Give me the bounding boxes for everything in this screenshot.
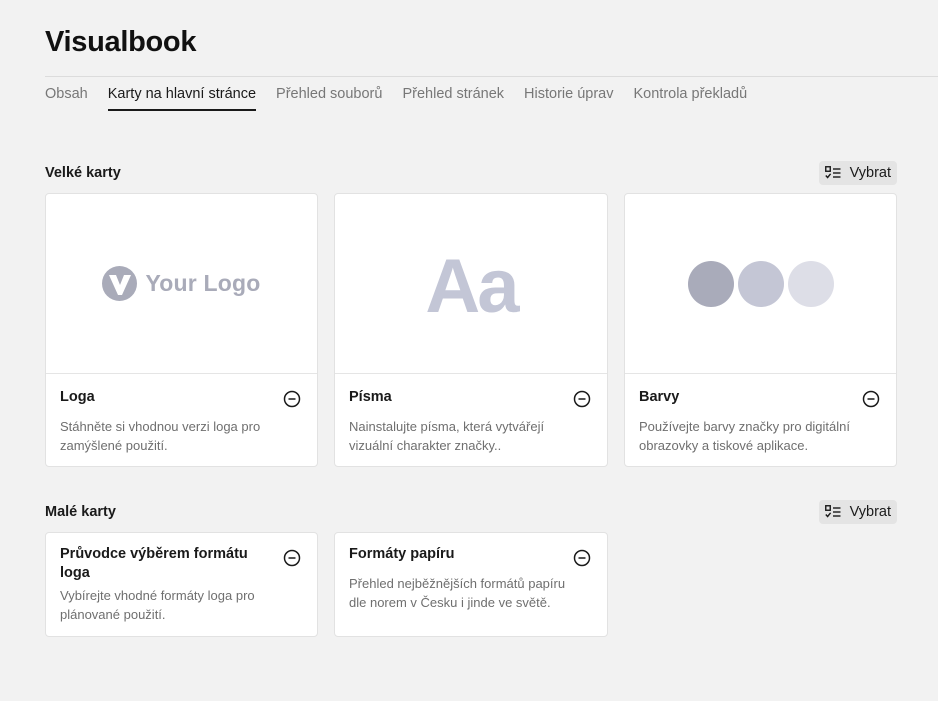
card-body: Průvodce výběrem formátu loga Vybírejte … (46, 533, 317, 624)
card-description: Přehled nejběžnějších formátů papíru dle… (349, 576, 566, 610)
page: Visualbook Obsah Karty na hlavní stránce… (0, 0, 938, 701)
card-title: Průvodce výběrem formátu loga (60, 546, 248, 581)
card-preview (625, 194, 896, 374)
tab-historie-uprav[interactable]: Historie úprav (524, 86, 613, 111)
remove-circle-icon[interactable] (862, 390, 880, 408)
select-button-large[interactable]: Vybrat (818, 161, 897, 185)
card-pruvodce-formatem-loga[interactable]: Průvodce výběrem formátu loga Vybírejte … (45, 532, 318, 637)
card-loga[interactable]: Your Logo Loga Stáhněte si vhodnou verzi… (45, 193, 318, 467)
remove-circle-icon[interactable] (573, 390, 591, 408)
logo-preview: Your Logo (102, 266, 260, 301)
color-swatch (737, 260, 784, 307)
tab-obsah[interactable]: Obsah (45, 86, 88, 111)
card-title: Formáty papíru (349, 546, 455, 562)
select-button-small[interactable]: Vybrat (818, 500, 897, 524)
card-title: Barvy (639, 389, 680, 405)
card-body: Formáty papíru Přehled nejběžnějších for… (335, 533, 607, 612)
card-preview: Aa (335, 194, 607, 374)
card-pisma[interactable]: Aa Písma Nainstalujte písma, která vytvá… (334, 193, 608, 467)
logo-emblem-icon (102, 266, 138, 301)
card-title: Loga (60, 389, 95, 405)
tab-karty-na-hlavni-strance[interactable]: Karty na hlavní stránce (107, 86, 257, 111)
card-formaty-papiru[interactable]: Formáty papíru Přehled nejběžnějších for… (334, 532, 608, 637)
select-button-label: Vybrat (849, 504, 891, 520)
card-body: Písma Nainstalujte písma, která vytvářej… (335, 374, 607, 455)
small-cards-header: Malé karty Vybrat (45, 500, 897, 524)
section-title-small: Malé karty (45, 504, 116, 520)
card-body: Loga Stáhněte si vhodnou verzi loga pro … (46, 374, 317, 455)
header-divider (45, 76, 938, 77)
remove-circle-icon[interactable] (283, 549, 301, 567)
logo-preview-text: Your Logo (145, 270, 261, 296)
color-swatch (687, 260, 734, 307)
card-title: Písma (349, 389, 392, 405)
checklist-icon (824, 505, 841, 518)
section-title-large: Velké karty (45, 165, 121, 181)
card-barvy[interactable]: Barvy Používejte barvy značky pro digitá… (624, 193, 897, 467)
card-preview: Your Logo (46, 194, 317, 374)
card-description: Nainstalujte písma, která vytvářejí vizu… (349, 419, 545, 453)
card-body: Barvy Používejte barvy značky pro digitá… (625, 374, 896, 455)
remove-circle-icon[interactable] (283, 390, 301, 408)
tab-kontrola-prekladu[interactable]: Kontrola překladů (633, 86, 747, 111)
tab-prehled-souboru[interactable]: Přehled souborů (276, 86, 382, 111)
checklist-icon (824, 166, 841, 179)
card-description: Vybírejte vhodné formáty loga pro plánov… (60, 588, 255, 622)
large-cards-header: Velké karty Vybrat (45, 161, 897, 185)
card-description: Stáhněte si vhodnou verzi loga pro zamýš… (60, 419, 261, 453)
tab-prehled-stranek[interactable]: Přehled stránek (402, 86, 504, 111)
remove-circle-icon[interactable] (573, 549, 591, 567)
card-description: Používejte barvy značky pro digitální ob… (639, 419, 850, 453)
tab-bar: Obsah Karty na hlavní stránce Přehled so… (45, 86, 747, 111)
app-title: Visualbook (45, 26, 197, 58)
color-swatches (687, 260, 834, 307)
color-swatch (787, 260, 834, 307)
font-sample-preview: Aa (425, 243, 519, 329)
select-button-label: Vybrat (849, 165, 891, 181)
